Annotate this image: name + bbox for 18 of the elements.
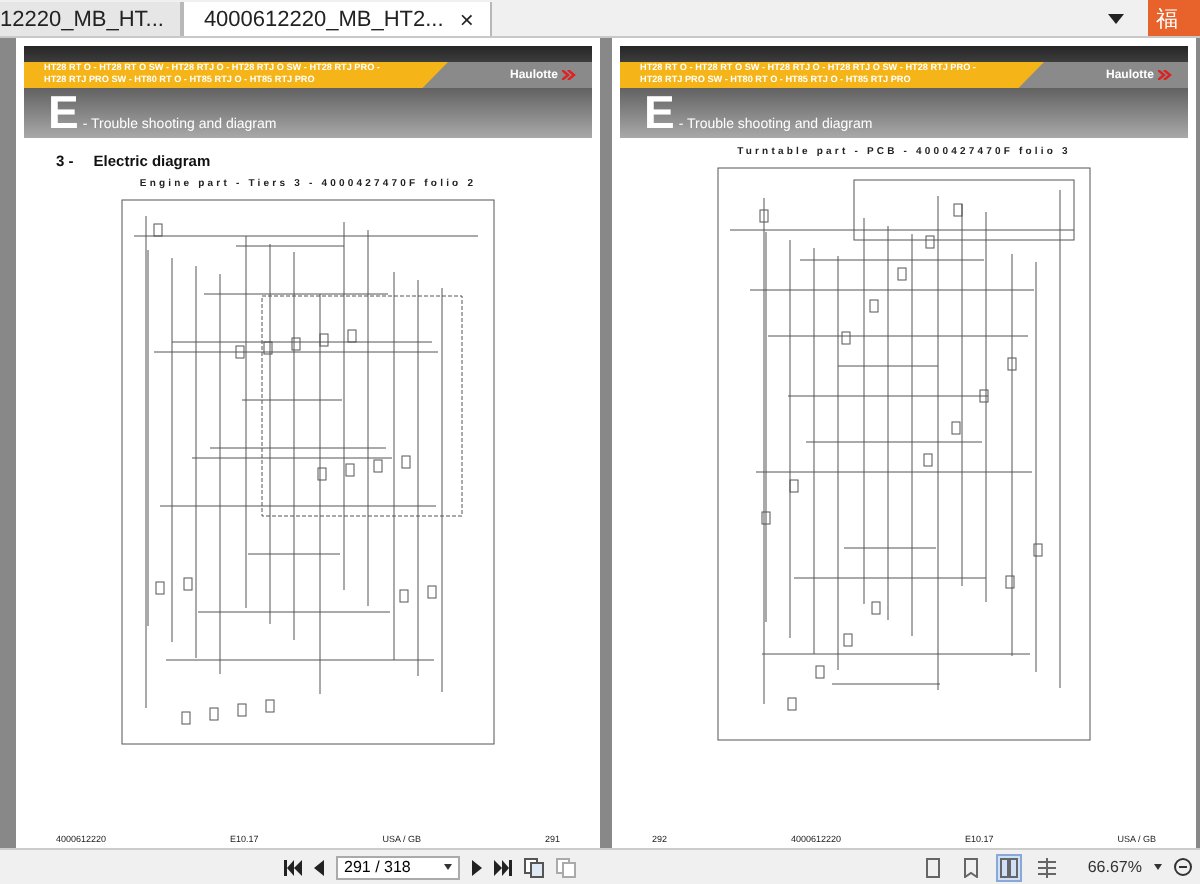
document-tab[interactable]: 12220_MB_HT... [0,2,182,36]
view-mode-icon[interactable] [1033,853,1060,881]
caret-icon[interactable] [444,864,452,870]
close-icon[interactable]: × [459,5,474,33]
page-number-field[interactable]: 291 / 318 [336,855,460,879]
zoom-out-icon[interactable] [1174,858,1192,876]
zoom-level[interactable]: 66.67% [1087,858,1142,876]
copy-pages-icon[interactable] [524,857,544,877]
chapter-letter: E [48,90,79,134]
last-page-icon[interactable] [494,859,512,875]
dropdown-icon[interactable] [1154,864,1162,870]
dropdown-icon[interactable] [1108,14,1124,26]
view-mode-icon[interactable] [995,853,1022,881]
previous-page-icon[interactable] [314,859,324,875]
first-page-icon[interactable] [284,859,302,875]
document-tab[interactable]: 4000612220_MB_HT2... × [181,2,492,36]
next-page-icon[interactable] [472,859,482,875]
chapter-letter: E [644,90,675,134]
